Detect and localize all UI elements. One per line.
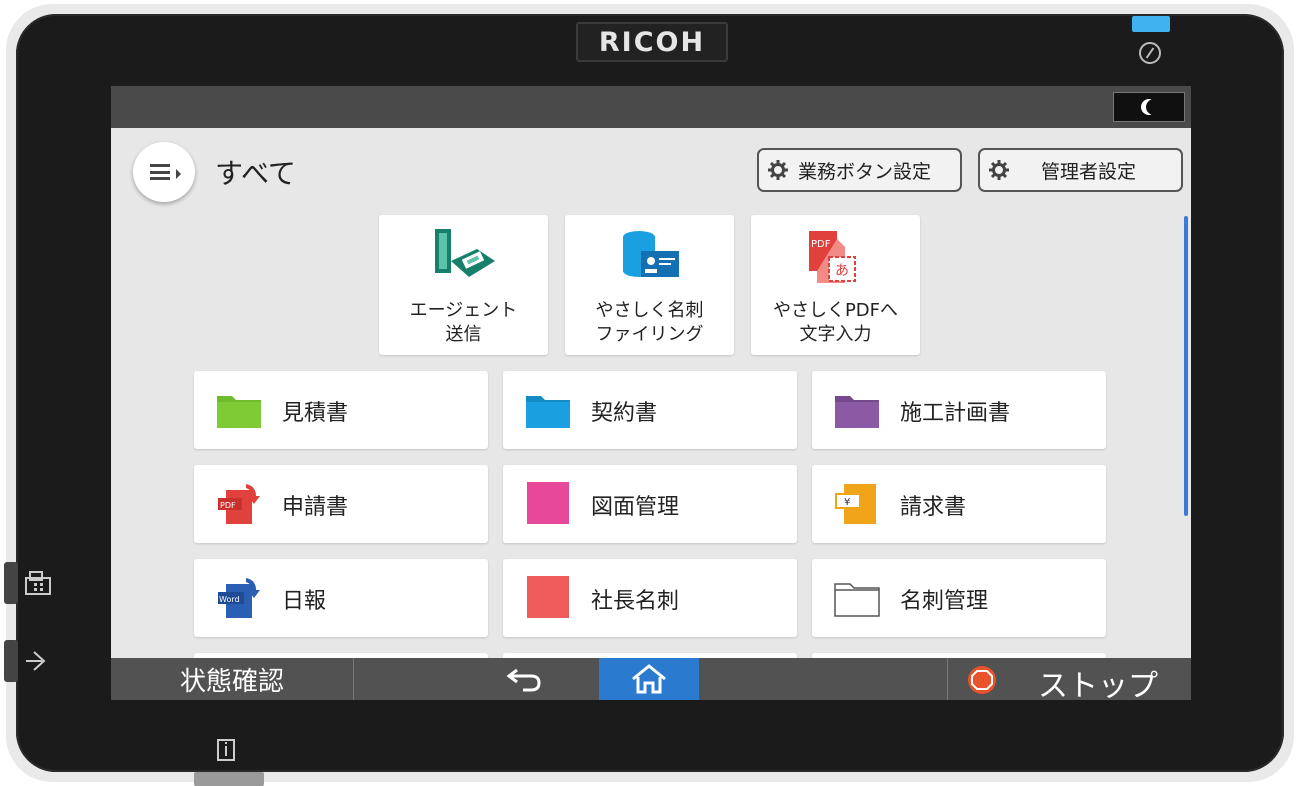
- green-folder-icon: [217, 396, 261, 428]
- job-button-card-management[interactable]: 名刺管理: [812, 559, 1106, 637]
- brand-logo: RICOH: [576, 22, 728, 62]
- svg-text:あ: あ: [835, 263, 849, 279]
- status-check-label: 状態確認: [179, 666, 284, 697]
- app-label-line2: ファイリング: [595, 324, 704, 345]
- app-tile-agent-send[interactable]: エージェント 送信: [379, 215, 548, 355]
- agent-send-icon: [434, 229, 495, 277]
- stop-button[interactable]: ストップ: [947, 658, 1191, 700]
- admin-settings-button[interactable]: 管理者設定: [978, 148, 1183, 192]
- svg-text:Word: Word: [219, 595, 240, 604]
- info-icon: [217, 739, 235, 761]
- power-icon[interactable]: [1139, 42, 1161, 64]
- power-led: [1132, 16, 1170, 32]
- job-button-daily-report[interactable]: Word 日報: [194, 559, 488, 637]
- job-button-label: 図面管理: [591, 495, 680, 520]
- stop-icon: [968, 666, 996, 694]
- login-icon: [26, 651, 46, 671]
- job-button-drawing-management[interactable]: 図面管理: [503, 465, 797, 543]
- app-label-line2: 文字入力: [799, 324, 872, 345]
- home-icon: [632, 664, 666, 694]
- job-button-construction-plan[interactable]: 施工計画書: [812, 371, 1106, 449]
- svg-text:¥: ¥: [844, 497, 850, 508]
- job-button-label: 契約書: [591, 401, 658, 426]
- screen: すべて 業務ボタン設定 管理者設定 エージェント 送信 やさしく名刺 ファイリン…: [111, 86, 1191, 700]
- app-label-line1: やさしく名刺: [595, 300, 704, 321]
- gear-icon: [989, 160, 1009, 180]
- svg-text:PDF: PDF: [811, 239, 831, 250]
- job-button-label: 施工計画書: [900, 401, 1011, 426]
- pdf-scan-icon: PDF: [218, 484, 260, 524]
- job-button-settings-button[interactable]: 業務ボタン設定: [757, 148, 962, 192]
- blue-folder-icon: [526, 396, 570, 428]
- job-button-president-card[interactable]: 社長名刺: [503, 559, 797, 637]
- fax-key[interactable]: [4, 562, 18, 604]
- app-label-line2: 送信: [445, 324, 482, 345]
- scrollbar[interactable]: [1184, 216, 1188, 516]
- job-button-application[interactable]: PDF 申請書: [194, 465, 488, 543]
- yen-document-icon: ¥: [835, 484, 876, 524]
- empty-folder-icon: [834, 583, 880, 617]
- back-arrow-icon[interactable]: [501, 662, 551, 696]
- purple-folder-icon: [835, 396, 879, 428]
- job-button-settings-label: 業務ボタン設定: [798, 160, 932, 183]
- info-key[interactable]: [194, 772, 264, 786]
- job-button-label: 請求書: [900, 495, 967, 520]
- moon-icon: [1146, 99, 1162, 115]
- admin-settings-label: 管理者設定: [1041, 160, 1137, 183]
- login-key[interactable]: [4, 640, 18, 682]
- job-button-estimate[interactable]: 見積書: [194, 371, 488, 449]
- svg-text:PDF: PDF: [220, 501, 236, 510]
- menu-button[interactable]: [133, 142, 195, 202]
- top-bar: [111, 86, 1191, 128]
- job-button-label: 名刺管理: [900, 589, 989, 614]
- bottom-bar: 状態確認 ストップ: [111, 658, 1191, 700]
- app-tile-pdf-text-input[interactable]: PDF あ やさしくPDFへ 文字入力: [751, 215, 920, 355]
- gear-icon: [768, 160, 788, 180]
- stop-label: ストップ: [1038, 669, 1158, 700]
- fax-icon: [25, 571, 51, 595]
- red-square-icon: [527, 576, 569, 618]
- app-tile-business-card-filing[interactable]: やさしく名刺 ファイリング: [565, 215, 734, 355]
- energy-saver-button[interactable]: [1113, 92, 1185, 122]
- status-check-button[interactable]: 状態確認: [111, 658, 354, 700]
- word-scan-icon: Word: [218, 578, 260, 618]
- pink-square-icon: [527, 482, 569, 524]
- app-label-line1: エージェント: [409, 300, 518, 321]
- pdf-text-input-icon: PDF あ: [808, 231, 856, 283]
- job-button-label: 申請書: [282, 495, 349, 520]
- job-button-contract[interactable]: 契約書: [503, 371, 797, 449]
- job-button-label: 社長名刺: [591, 589, 680, 614]
- menu-icon: [150, 164, 170, 180]
- job-button-label: 日報: [282, 589, 327, 614]
- job-button-label: 見積書: [282, 401, 349, 426]
- app-label-line1: やさしくPDFへ: [772, 300, 899, 321]
- job-button-invoice[interactable]: ¥ 請求書: [812, 465, 1106, 543]
- business-card-filing-icon: [622, 231, 679, 277]
- page-title: すべて: [215, 157, 296, 190]
- home-button[interactable]: [599, 658, 699, 700]
